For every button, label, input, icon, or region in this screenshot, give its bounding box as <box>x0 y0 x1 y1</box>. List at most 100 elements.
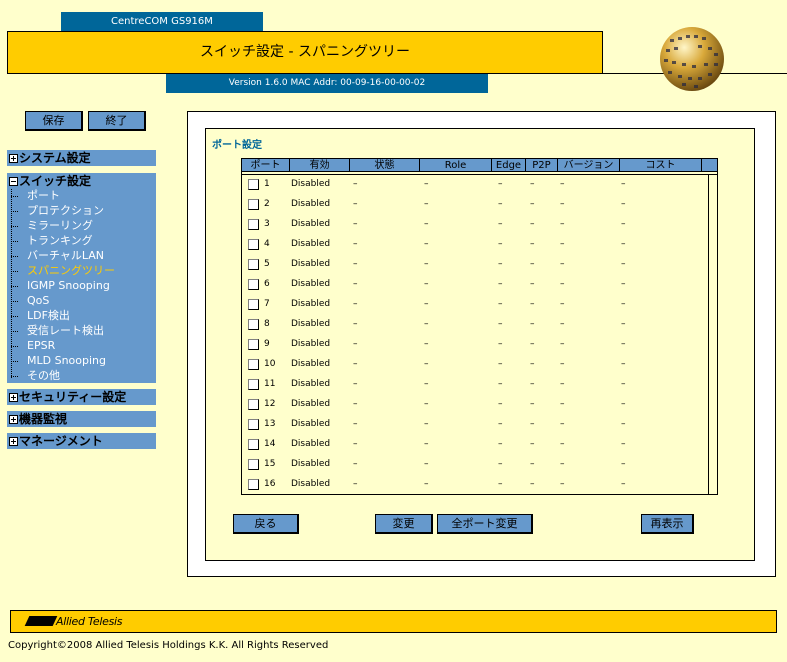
sidebar-item-rx-rate[interactable]: 受信レート検出 <box>7 323 104 338</box>
cell-p2p: – <box>530 259 535 269</box>
cell-role: – <box>424 259 429 269</box>
cell-role: – <box>424 359 429 369</box>
port-checkbox[interactable] <box>248 419 259 430</box>
cell-enabled: Disabled <box>291 319 331 329</box>
cell-edge: – <box>498 379 503 389</box>
cell-state: – <box>353 379 358 389</box>
cell-version: – <box>560 259 565 269</box>
sidebar-item-trunking[interactable]: トランキング <box>7 233 93 248</box>
back-button[interactable]: 戻る <box>233 514 299 534</box>
menu-device-monitor[interactable]: 機器監視 <box>7 411 156 427</box>
cell-port: 12 <box>264 399 276 409</box>
col-edge: Edge <box>492 159 526 172</box>
cell-p2p: – <box>530 419 535 429</box>
port-checkbox[interactable] <box>248 339 259 350</box>
cell-cost: – <box>621 419 626 429</box>
footer-bar: Allied Telesis <box>10 610 777 633</box>
cell-state: – <box>353 399 358 409</box>
collapse-icon <box>9 177 18 186</box>
col-state: 状態 <box>350 159 420 172</box>
cell-edge: – <box>498 359 503 369</box>
logo-text: Allied Telesis <box>56 615 123 628</box>
section-title: ポート設定 <box>212 140 262 151</box>
cell-p2p: – <box>530 319 535 329</box>
port-checkbox[interactable] <box>248 459 259 470</box>
cell-port: 1 <box>264 179 270 189</box>
port-checkbox[interactable] <box>248 279 259 290</box>
table-row: 15 Disabled – – – – – – <box>242 455 708 475</box>
cell-enabled: Disabled <box>291 399 331 409</box>
refresh-button[interactable]: 再表示 <box>641 514 694 534</box>
sidebar-item-mirroring[interactable]: ミラーリング <box>7 218 93 233</box>
port-checkbox[interactable] <box>248 299 259 310</box>
port-checkbox[interactable] <box>248 319 259 330</box>
tree-branch <box>11 301 18 302</box>
cell-cost: – <box>621 399 626 409</box>
sidebar-item-spanning-tree[interactable]: スパニングツリー <box>7 263 115 278</box>
cell-edge: – <box>498 259 503 269</box>
port-checkbox[interactable] <box>248 239 259 250</box>
menu-switch-settings[interactable]: スイッチ設定 <box>7 173 156 189</box>
change-all-ports-button[interactable]: 全ポート変更 <box>437 514 533 534</box>
cell-p2p: – <box>530 379 535 389</box>
port-checkbox[interactable] <box>248 379 259 390</box>
sidebar-item-protection[interactable]: プロテクション <box>7 203 104 218</box>
cell-edge: – <box>498 199 503 209</box>
cell-state: – <box>353 359 358 369</box>
cell-version: – <box>560 339 565 349</box>
tree-line <box>11 189 12 378</box>
port-checkbox[interactable] <box>248 219 259 230</box>
port-checkbox[interactable] <box>248 439 259 450</box>
table-row: 13 Disabled – – – – – – <box>242 415 708 435</box>
model-name: CentreCOM GS916M <box>111 16 213 27</box>
menu-security-settings[interactable]: セキュリティー設定 <box>7 389 156 405</box>
scrollbar[interactable] <box>708 175 717 494</box>
cell-enabled: Disabled <box>291 439 331 449</box>
tree-branch <box>11 286 18 287</box>
cell-role: – <box>424 439 429 449</box>
cell-port: 6 <box>264 279 270 289</box>
sidebar-item-igmp-snooping[interactable]: IGMP Snooping <box>7 278 110 293</box>
cell-state: – <box>353 439 358 449</box>
cell-role: – <box>424 179 429 189</box>
cell-version: – <box>560 399 565 409</box>
table-row: 7 Disabled – – – – – – <box>242 295 708 315</box>
cell-role: – <box>424 419 429 429</box>
port-checkbox[interactable] <box>248 259 259 270</box>
cell-port: 10 <box>264 359 276 369</box>
table-row: 1 Disabled – – – – – – <box>242 175 708 195</box>
menu-management[interactable]: マネージメント <box>7 433 156 449</box>
tree-branch <box>11 376 18 377</box>
cell-edge: – <box>498 239 503 249</box>
port-checkbox[interactable] <box>248 359 259 370</box>
change-button[interactable]: 変更 <box>375 514 433 534</box>
port-checkbox[interactable] <box>248 199 259 210</box>
exit-button[interactable]: 終了 <box>88 111 146 131</box>
sidebar-item-mld-snooping[interactable]: MLD Snooping <box>7 353 106 368</box>
sidebar-item-vlan[interactable]: バーチャルLAN <box>7 248 104 263</box>
cell-p2p: – <box>530 399 535 409</box>
col-role: Role <box>420 159 492 172</box>
cell-version: – <box>560 299 565 309</box>
table-row: 11 Disabled – – – – – – <box>242 375 708 395</box>
table-header: ポート 有効 状態 Role Edge P2P バージョン コスト <box>242 159 717 172</box>
port-checkbox[interactable] <box>248 399 259 410</box>
cell-cost: – <box>621 379 626 389</box>
cell-edge: – <box>498 339 503 349</box>
cell-edge: – <box>498 439 503 449</box>
tree-branch <box>11 316 18 317</box>
table-row: 3 Disabled – – – – – – <box>242 215 708 235</box>
table-row: 12 Disabled – – – – – – <box>242 395 708 415</box>
cell-p2p: – <box>530 479 535 489</box>
cell-state: – <box>353 319 358 329</box>
tree-branch <box>11 361 18 362</box>
save-button[interactable]: 保存 <box>25 111 83 131</box>
menu-system-settings[interactable]: システム設定 <box>7 150 156 166</box>
cell-role: – <box>424 299 429 309</box>
port-checkbox[interactable] <box>248 179 259 190</box>
cell-edge: – <box>498 219 503 229</box>
cell-cost: – <box>621 439 626 449</box>
table-row: 4 Disabled – – – – – – <box>242 235 708 255</box>
cell-p2p: – <box>530 199 535 209</box>
port-checkbox[interactable] <box>248 479 259 490</box>
